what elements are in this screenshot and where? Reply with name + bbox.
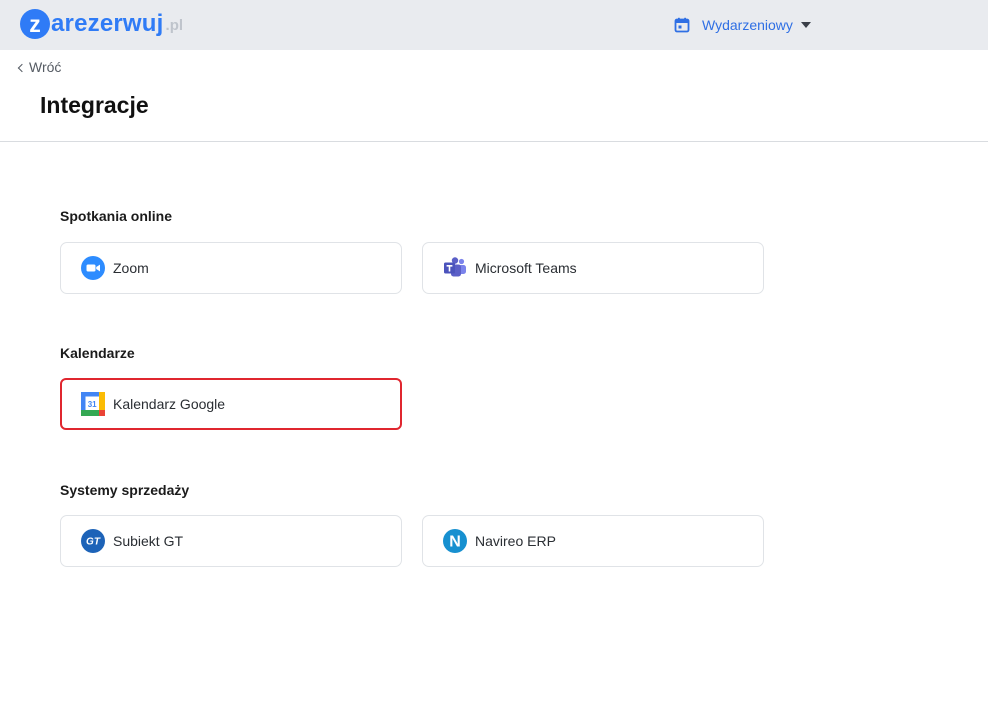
integration-card-google-calendar[interactable]: 31 Kalendarz Google — [60, 378, 402, 430]
navireo-icon: N — [443, 529, 467, 553]
navireo-badge-text: N — [449, 534, 461, 551]
calendar-icon — [674, 17, 690, 33]
back-link[interactable]: Wróć — [17, 59, 62, 75]
zoom-icon — [81, 256, 105, 280]
header-divider — [0, 141, 988, 142]
chevron-left-icon — [17, 63, 27, 72]
microsoft-teams-icon — [443, 256, 467, 280]
logo-initial: z — [20, 9, 50, 39]
integration-label: Kalendarz Google — [113, 396, 226, 412]
section-title-calendars: Kalendarze — [60, 345, 135, 361]
view-selector-dropdown[interactable]: Wydarzeniowy — [674, 15, 811, 35]
integration-label: Microsoft Teams — [475, 260, 577, 276]
subiekt-badge-text: GT — [86, 537, 101, 548]
integration-card-microsoft-teams[interactable]: Microsoft Teams — [422, 242, 764, 294]
integration-card-navireo-erp[interactable]: N Navireo ERP — [422, 515, 764, 567]
page-title: Integracje — [40, 92, 149, 118]
google-calendar-icon: 31 — [81, 392, 105, 416]
view-selector-label: Wydarzeniowy — [702, 17, 793, 33]
subiekt-gt-icon: GT — [81, 529, 105, 553]
section-title-sales-systems: Systemy sprzedaży — [60, 482, 190, 498]
calendar-day-number: 31 — [88, 400, 97, 409]
app-logo[interactable]: z arezerwuj .pl — [20, 9, 183, 39]
back-label: Wróć — [29, 59, 62, 75]
top-bar: z arezerwuj .pl Wydarzeniowy — [0, 0, 988, 50]
integration-label: Navireo ERP — [475, 533, 556, 549]
section-title-online-meetings: Spotkania online — [60, 208, 173, 224]
chevron-down-icon — [800, 22, 811, 28]
integration-label: Subiekt GT — [113, 533, 184, 549]
integration-card-subiekt-gt[interactable]: GT Subiekt GT — [60, 515, 402, 567]
logo-text: arezerwuj — [51, 10, 164, 37]
logo-tld: .pl — [165, 17, 184, 34]
integration-label: Zoom — [113, 260, 149, 276]
integration-card-zoom[interactable]: Zoom — [60, 242, 402, 294]
